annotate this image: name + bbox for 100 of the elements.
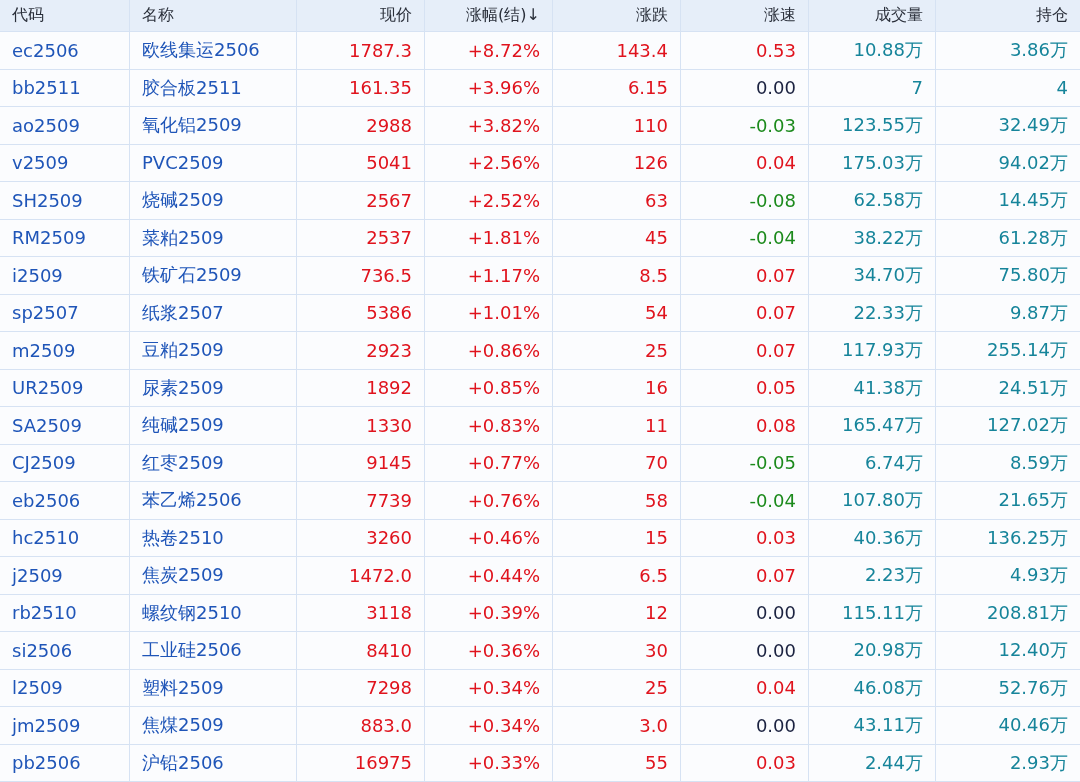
table-cell: 0.05 bbox=[681, 369, 809, 406]
table-cell: 8.5 bbox=[553, 257, 681, 294]
column-header[interactable]: 现价 bbox=[297, 0, 425, 31]
column-header[interactable]: 涨幅(结)↓ bbox=[425, 0, 553, 31]
table-cell: PVC2509 bbox=[130, 144, 297, 181]
table-cell: 2537 bbox=[297, 219, 425, 256]
table-cell: CJ2509 bbox=[0, 444, 130, 481]
table-cell: 纯碱2509 bbox=[130, 407, 297, 444]
table-cell: 15 bbox=[553, 519, 681, 556]
table-cell: 143.4 bbox=[553, 32, 681, 69]
table-cell-text: 255.14万 bbox=[986, 338, 1069, 363]
table-cell: 16 bbox=[553, 369, 681, 406]
table-cell: 0.00 bbox=[681, 69, 809, 106]
table-cell: v2509 bbox=[0, 144, 130, 181]
column-header[interactable]: 成交量 bbox=[809, 0, 936, 31]
table-cell: -0.04 bbox=[681, 482, 809, 519]
table-cell: 纸浆2507 bbox=[130, 294, 297, 331]
table-cell: 焦炭2509 bbox=[130, 557, 297, 594]
table-cell: 115.11万 bbox=[809, 594, 936, 631]
column-header[interactable]: 代码 bbox=[0, 0, 130, 31]
table-cell: 0.00 bbox=[681, 632, 809, 669]
table-cell: +0.76% bbox=[425, 482, 553, 519]
column-header[interactable]: 持仓 bbox=[936, 0, 1080, 31]
table-cell: l2509 bbox=[0, 669, 130, 706]
table-cell-text: 9.87万 bbox=[1008, 300, 1069, 325]
table-cell: SH2509 bbox=[0, 182, 130, 219]
table-cell: 41.38万 bbox=[809, 369, 936, 406]
table-cell: sp2507 bbox=[0, 294, 130, 331]
table-cell: +0.46% bbox=[425, 519, 553, 556]
table-cell: 0.04 bbox=[681, 669, 809, 706]
table-cell-text: 75.80万 bbox=[997, 263, 1069, 288]
table-cell: 5041 bbox=[297, 144, 425, 181]
table-cell: +0.36% bbox=[425, 632, 553, 669]
table-cell: +3.82% bbox=[425, 107, 553, 144]
table-cell: 0.00 bbox=[681, 707, 809, 744]
table-cell: 胶合板2511 bbox=[130, 69, 297, 106]
table-cell-text: 52.76万 bbox=[997, 675, 1069, 700]
table-cell-text: 4 bbox=[1055, 76, 1069, 101]
table-cell: 58 bbox=[553, 482, 681, 519]
table-cell-text: 21.65万 bbox=[997, 488, 1069, 513]
table-cell: 25 bbox=[553, 332, 681, 369]
table-cell: 6.5 bbox=[553, 557, 681, 594]
table-cell: 0.03 bbox=[681, 744, 809, 781]
table-cell: +1.81% bbox=[425, 219, 553, 256]
table-cell: -0.08 bbox=[681, 182, 809, 219]
table-cell: 0.07 bbox=[681, 557, 809, 594]
table-cell: 0.07 bbox=[681, 294, 809, 331]
table-cell: 12 bbox=[553, 594, 681, 631]
table-cell: +1.01% bbox=[425, 294, 553, 331]
table-cell: 3118 bbox=[297, 594, 425, 631]
table-cell: -0.05 bbox=[681, 444, 809, 481]
table-cell-text: 12.40万 bbox=[997, 638, 1069, 663]
table-cell: 883.0 bbox=[297, 707, 425, 744]
table-cell: +8.72% bbox=[425, 32, 553, 69]
table-cell: 9145 bbox=[297, 444, 425, 481]
table-cell-text: 4.93万 bbox=[1008, 563, 1069, 588]
table-cell: jm2509 bbox=[0, 707, 130, 744]
column-header[interactable]: 名称 bbox=[130, 0, 297, 31]
table-cell: 20.98万 bbox=[809, 632, 936, 669]
table-cell: 70 bbox=[553, 444, 681, 481]
table-cell: 54 bbox=[553, 294, 681, 331]
table-cell: +2.52% bbox=[425, 182, 553, 219]
table-cell: 欧线集运2506 bbox=[130, 32, 297, 69]
table-cell: 117.93万 bbox=[809, 332, 936, 369]
table-cell: 161.35 bbox=[297, 69, 425, 106]
table-cell: +1.17% bbox=[425, 257, 553, 294]
table-cell: 45 bbox=[553, 219, 681, 256]
table-cell: 2.44万 bbox=[809, 744, 936, 781]
table-cell: +0.85% bbox=[425, 369, 553, 406]
table-cell: 175.03万 bbox=[809, 144, 936, 181]
table-cell: 红枣2509 bbox=[130, 444, 297, 481]
table-cell: 7 bbox=[809, 69, 936, 106]
table-cell: ao2509 bbox=[0, 107, 130, 144]
table-cell: pb2506 bbox=[0, 744, 130, 781]
column-header[interactable]: 涨速 bbox=[681, 0, 809, 31]
table-cell: 烧碱2509 bbox=[130, 182, 297, 219]
table-cell: +0.44% bbox=[425, 557, 553, 594]
table-cell: 菜粕2509 bbox=[130, 219, 297, 256]
table-cell: +0.33% bbox=[425, 744, 553, 781]
table-cell: 165.47万 bbox=[809, 407, 936, 444]
table-cell: 8410 bbox=[297, 632, 425, 669]
table-cell-text: 94.02万 bbox=[997, 150, 1069, 175]
table-cell: 126 bbox=[553, 144, 681, 181]
table-cell: 6.74万 bbox=[809, 444, 936, 481]
table-cell: 736.5 bbox=[297, 257, 425, 294]
table-cell-text: 61.28万 bbox=[997, 225, 1069, 250]
table-cell: 苯乙烯2506 bbox=[130, 482, 297, 519]
table-cell: -0.04 bbox=[681, 219, 809, 256]
table-cell: +3.96% bbox=[425, 69, 553, 106]
table-cell: 6.15 bbox=[553, 69, 681, 106]
column-header[interactable]: 涨跌 bbox=[553, 0, 681, 31]
table-cell: 尿素2509 bbox=[130, 369, 297, 406]
table-cell: 7739 bbox=[297, 482, 425, 519]
table-cell: 38.22万 bbox=[809, 219, 936, 256]
table-cell: ec2506 bbox=[0, 32, 130, 69]
table-cell: 0.03 bbox=[681, 519, 809, 556]
table-cell: RM2509 bbox=[0, 219, 130, 256]
table-cell-text: 14.45万 bbox=[997, 188, 1069, 213]
table-cell: 123.55万 bbox=[809, 107, 936, 144]
table-cell: 22.33万 bbox=[809, 294, 936, 331]
